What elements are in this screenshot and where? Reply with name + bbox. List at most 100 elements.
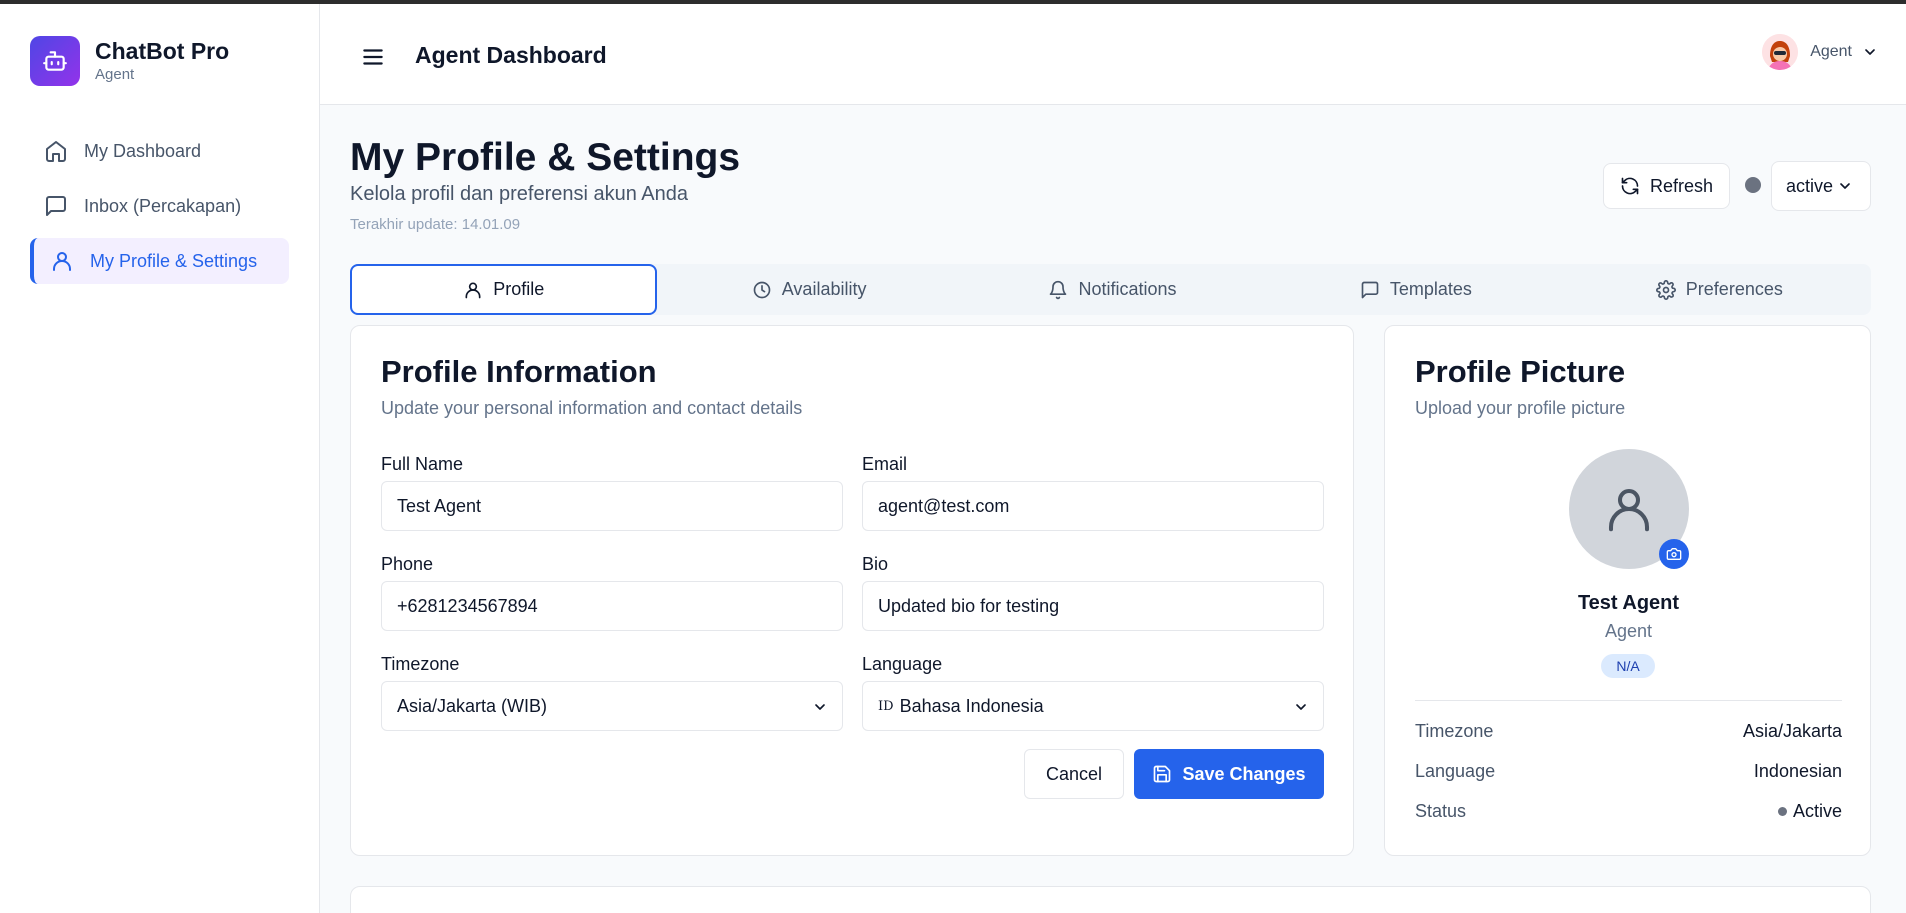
- profile-information-card: Profile Information Update your personal…: [350, 325, 1354, 856]
- save-changes-button[interactable]: Save Changes: [1134, 749, 1324, 799]
- bot-logo-icon: [30, 36, 80, 86]
- brand-subtitle: Agent: [95, 66, 135, 83]
- status-badge: N/A: [1601, 654, 1655, 678]
- card-description: Upload your profile picture: [1415, 398, 1626, 418]
- field-label: Full Name: [381, 454, 464, 474]
- timezone-select[interactable]: Asia/Jakarta (WIB): [381, 681, 843, 731]
- divider: [1415, 700, 1842, 701]
- profile-role: Agent: [1604, 621, 1653, 641]
- refresh-button[interactable]: Refresh: [1603, 163, 1730, 209]
- status-select-value: active: [1786, 175, 1834, 196]
- sidebar-item-label: Inbox (Percakapan): [84, 195, 242, 216]
- info-value: Indonesian: [1753, 761, 1842, 781]
- input-value: agent@test.com: [878, 495, 1010, 516]
- tab-label: Profile: [493, 279, 545, 299]
- page-title: My Profile & Settings: [350, 136, 741, 179]
- cancel-button[interactable]: Cancel: [1024, 749, 1124, 799]
- info-key: Timezone: [1415, 721, 1494, 741]
- field-label: Language: [862, 654, 943, 674]
- brand-title: ChatBot Pro: [95, 38, 230, 64]
- info-value: Asia/Jakarta: [1742, 721, 1842, 741]
- chevron-down-icon: [1296, 704, 1306, 710]
- sidebar: ChatBot Pro Agent My Dashboard Inbox (Pe…: [0, 4, 320, 913]
- tab-availability[interactable]: Availability: [657, 264, 960, 315]
- header-title: Agent Dashboard: [415, 42, 607, 68]
- refresh-icon: [1621, 177, 1639, 195]
- status-select[interactable]: active: [1771, 161, 1871, 211]
- tab-label: Preferences: [1685, 279, 1783, 299]
- card-title: Profile Picture: [1415, 354, 1626, 389]
- tab-label: Availability: [781, 279, 867, 299]
- info-key: Language: [1415, 761, 1496, 781]
- field-label: Email: [862, 454, 908, 474]
- sidebar-item-dashboard[interactable]: My Dashboard: [30, 128, 289, 174]
- field-label: Phone: [381, 554, 434, 574]
- phone-field: Phone +6281234567894: [381, 554, 843, 631]
- select-value: Asia/Jakarta (WIB): [397, 695, 548, 716]
- status-dot: [1777, 807, 1787, 816]
- hamburger-icon: [363, 49, 383, 65]
- profile-name: Test Agent: [1577, 592, 1680, 614]
- language-select[interactable]: ID Bahasa Indonesia: [862, 681, 1324, 731]
- status-indicator-dot: [1745, 177, 1761, 193]
- brand[interactable]: ChatBot Pro Agent: [30, 36, 229, 86]
- sidebar-item-label: My Profile & Settings: [90, 250, 258, 271]
- upload-photo-button[interactable]: [1659, 539, 1689, 569]
- tab-templates[interactable]: Templates: [1264, 264, 1567, 315]
- bell-icon: [1050, 280, 1067, 299]
- chevron-down-icon: [1840, 183, 1850, 189]
- refresh-label: Refresh: [1649, 175, 1714, 196]
- avatar: [1762, 34, 1799, 70]
- info-key: Status: [1415, 801, 1467, 821]
- sidebar-nav: My Dashboard Inbox (Percakapan) My Profi…: [30, 128, 289, 293]
- tab-profile[interactable]: Profile: [350, 264, 658, 315]
- user-icon: [465, 282, 481, 298]
- info-row-timezone: Timezone Asia/Jakarta: [1415, 721, 1842, 742]
- info-row-status: Status Active: [1415, 801, 1842, 822]
- field-label: Timezone: [381, 654, 460, 674]
- email-input[interactable]: agent@test.com: [862, 481, 1324, 531]
- user-menu[interactable]: Agent: [1762, 34, 1878, 70]
- full-name-input[interactable]: Test Agent: [381, 481, 843, 531]
- save-icon: [1154, 765, 1171, 783]
- bio-field: Bio Updated bio for testing: [862, 554, 1324, 631]
- bio-input[interactable]: Updated bio for testing: [862, 581, 1324, 631]
- card-description: Update your personal information and con…: [381, 398, 803, 418]
- user-name: Agent: [1810, 43, 1852, 60]
- tab-notifications[interactable]: Notifications: [961, 264, 1264, 315]
- user-icon: [1608, 488, 1650, 532]
- info-row-language: Language Indonesian: [1415, 761, 1842, 782]
- tab-label: Templates: [1389, 279, 1472, 299]
- message-square-icon: [46, 196, 66, 216]
- menu-toggle-button[interactable]: [360, 44, 386, 70]
- home-icon: [46, 141, 66, 162]
- tab-preferences[interactable]: Preferences: [1568, 264, 1871, 315]
- info-value-wrap: Active: [1777, 801, 1842, 822]
- timezone-field: Timezone Asia/Jakarta (WIB): [381, 654, 843, 731]
- tab-label: Notifications: [1078, 279, 1177, 299]
- sidebar-item-label: My Dashboard: [84, 140, 202, 161]
- user-icon: [53, 252, 71, 271]
- phone-input[interactable]: +6281234567894: [381, 581, 843, 631]
- sidebar-item-profile-settings[interactable]: My Profile & Settings: [30, 238, 289, 284]
- language-flag: ID: [878, 698, 894, 714]
- camera-icon: [1666, 548, 1682, 560]
- last-updated-text: Terakhir update: 14.01.09: [350, 216, 521, 233]
- save-label: Save Changes: [1182, 763, 1306, 784]
- field-label: Bio: [862, 554, 889, 574]
- profile-picture: [1569, 449, 1689, 569]
- email-field: Email agent@test.com: [862, 454, 1324, 531]
- gear-icon: [1655, 279, 1676, 300]
- input-value: +6281234567894: [397, 595, 538, 616]
- profile-picture-card: Profile Picture Upload your profile pict…: [1384, 325, 1871, 856]
- input-value: Test Agent: [397, 495, 482, 516]
- input-value: Updated bio for testing: [878, 595, 1060, 616]
- card-title: Profile Information: [381, 354, 657, 389]
- language-field: Language ID Bahasa Indonesia: [862, 654, 1324, 731]
- page-subtitle: Kelola profil dan preferensi akun Anda: [350, 183, 689, 205]
- top-header: Agent Dashboard Agent: [320, 4, 1906, 105]
- settings-tabs: Profile Availability Notifications Templ…: [350, 264, 1871, 315]
- chevron-down-icon: [815, 704, 825, 710]
- sidebar-item-inbox[interactable]: Inbox (Percakapan): [30, 183, 289, 229]
- info-value: Active: [1792, 801, 1842, 821]
